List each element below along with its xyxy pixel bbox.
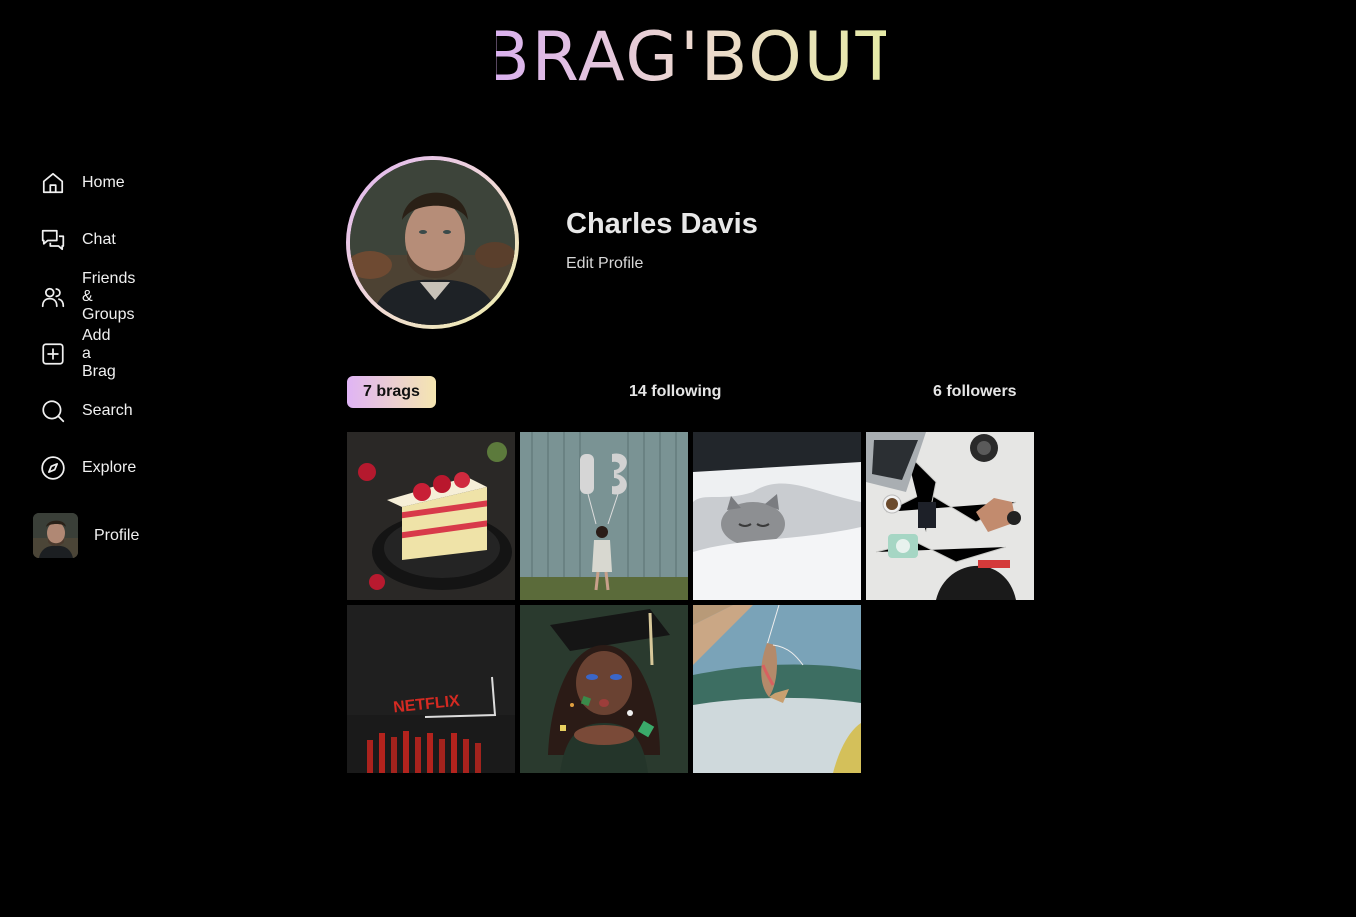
brag-thumbnail-graduation[interactable]	[520, 605, 688, 773]
home-icon	[40, 170, 66, 196]
profile-name: Charles Davis	[566, 208, 758, 240]
edit-profile-link[interactable]: Edit Profile	[566, 255, 643, 273]
sidebar-item-search[interactable]: Search	[40, 396, 133, 426]
profile-page: BRAG'BOUT Home Chat Friends & Groups Add…	[0, 0, 1356, 917]
sidebar-item-explore[interactable]: Explore	[40, 453, 136, 483]
compass-icon	[40, 455, 66, 481]
chat-icon	[40, 227, 66, 253]
brag-thumbnail-travel[interactable]	[866, 432, 1034, 600]
sidebar-item-label: Chat	[82, 231, 116, 248]
sidebar-item-profile[interactable]: Profile	[33, 513, 139, 558]
brag-thumbnail-birthday[interactable]	[520, 432, 688, 600]
following-count[interactable]: 14 following	[629, 383, 721, 401]
profile-avatar[interactable]	[346, 156, 519, 329]
sidebar-item-home[interactable]: Home	[40, 168, 125, 198]
logo-text: BRAG'BOUT	[496, 18, 886, 94]
sidebar-item-label: Profile	[94, 526, 140, 544]
sidebar-item-label: Home	[82, 174, 125, 191]
sidebar-item-friends-groups[interactable]: Friends & Groups	[40, 270, 135, 323]
profile-avatar-image	[350, 160, 515, 325]
tab-brags[interactable]: 7 brags	[347, 376, 436, 408]
sidebar-item-add-brag[interactable]: Add a Brag	[40, 327, 116, 380]
avatar	[33, 513, 78, 558]
sidebar-item-label: Friends & Groups	[82, 270, 136, 323]
brand-logo-wordmark: BRAG'BOUT	[483, 18, 897, 97]
sidebar-item-label: Add a Brag	[82, 327, 116, 380]
followers-count[interactable]: 6 followers	[933, 383, 1017, 401]
brag-thumbnail-cat[interactable]	[693, 432, 861, 600]
sidebar-item-label: Explore	[82, 459, 137, 476]
add-square-icon	[40, 341, 66, 367]
friends-icon	[40, 284, 66, 310]
brag-thumbnail-cake[interactable]	[347, 432, 515, 600]
brag-thumbnail-netflix[interactable]: NETFLIX	[347, 605, 515, 773]
search-icon	[40, 398, 66, 424]
brag-thumbnail-fishing[interactable]	[693, 605, 861, 773]
sidebar-item-label: Search	[82, 402, 133, 419]
brand-logo[interactable]: BRAG'BOUT	[483, 14, 897, 97]
sidebar-item-chat[interactable]: Chat	[40, 225, 116, 255]
